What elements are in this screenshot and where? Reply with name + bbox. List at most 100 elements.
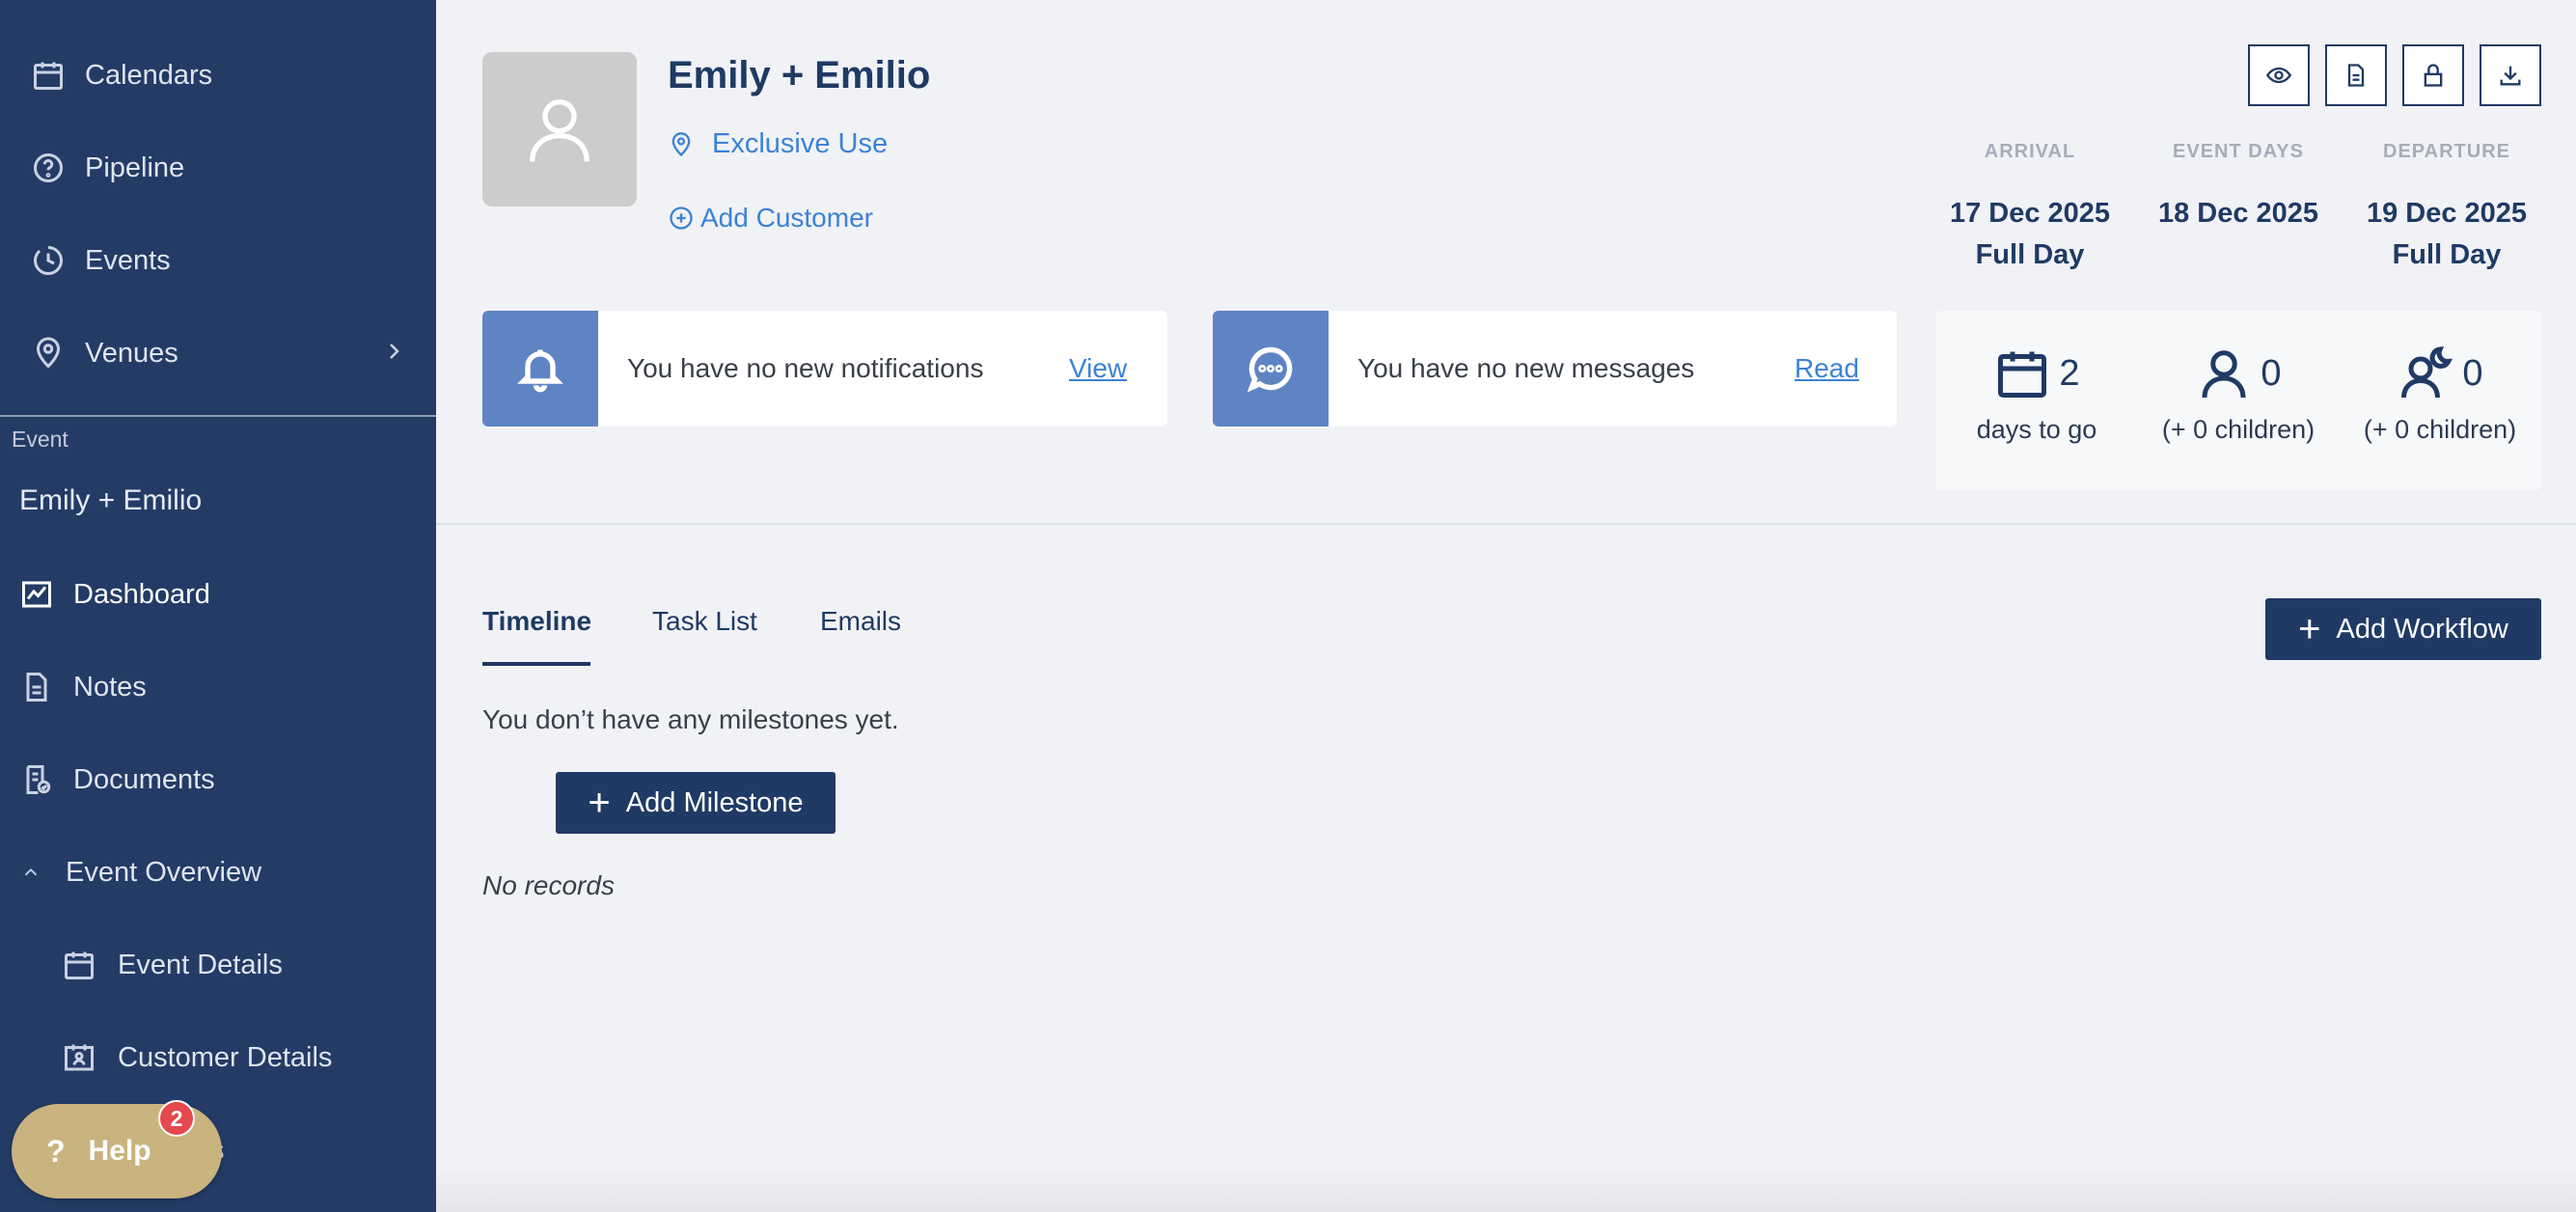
add-customer-link[interactable]: Add Customer [668,203,873,234]
help-label: Help [88,1135,151,1167]
user-icon [530,99,589,162]
sidebar-item-calendars[interactable]: Calendars [0,44,436,106]
sidebar-item-label: Customer Details [118,1041,333,1073]
days-to-go-stat: 2 days to go [1935,340,2138,445]
add-customer-label: Add Customer [700,203,873,233]
empty-milestones-message: You don’t have any milestones yet. [482,704,899,734]
sidebar-item-label: Venues [85,337,178,369]
add-workflow-button[interactable]: + Add Workflow [2265,598,2541,660]
arrival-sub: Full Day [1975,239,2085,270]
sidebar-divider [0,415,436,417]
plus-icon: + [588,782,611,824]
tab-timeline[interactable]: Timeline [482,606,591,637]
tab-emails[interactable]: Emails [820,606,901,637]
event-days-date: EVENT DAYS 18 Dec 2025 [2142,141,2335,239]
page-title: Emily + Emilio [668,54,931,96]
add-milestone-label: Add Milestone [625,786,804,818]
sidebar-item-label: Calendars [85,59,213,91]
departure-date: DEPARTURE 19 Dec 2025 Full Day [2350,141,2543,271]
departure-sub: Full Day [2392,239,2502,270]
chat-bubble-icon [1247,346,1293,393]
sidebar-item-notes[interactable]: Notes [0,656,436,718]
guests-stat: 0 (+ 0 children) [2137,340,2340,445]
calendar-icon [62,948,96,982]
sidebar-item-documents[interactable]: Documents [0,749,436,811]
document-check-icon [19,762,54,797]
overnight-guests-value: 0 [2462,352,2483,394]
help-badge: 2 [158,1100,195,1137]
chevron-up-icon [14,855,48,890]
calendar-icon [31,58,66,93]
guests-label: (+ 0 children) [2161,415,2316,444]
sidebar-item-label: Dashboard [73,578,210,610]
avatar [482,52,637,207]
arrival-header: ARRIVAL [1984,141,2076,162]
bottom-shade [436,1168,2576,1212]
notifications-text: You have no new notifications [627,353,984,383]
sidebar-item-label: Pipeline [85,152,185,183]
notifications-card: You have no new notifications View [482,311,1167,427]
sidebar-item-label: Notes [73,671,147,702]
sidebar: Calendars Pipeline Events Venues Event E… [0,0,436,1212]
arrival-date: ARRIVAL 17 Dec 2025 Full Day [1933,141,2126,271]
preview-button[interactable] [2248,44,2310,106]
section-divider [436,523,2576,525]
sidebar-item-label: Event Overview [66,856,262,888]
calendar-icon [1998,351,2047,398]
person-moon-icon [2401,346,2453,399]
sidebar-item-customer-details[interactable]: Customer Details [0,1027,436,1088]
sidebar-item-events[interactable]: Events [0,230,436,291]
plus-circle-icon [670,207,693,230]
sidebar-event-name: Emily + Emilio [19,484,203,516]
document-icon [19,670,54,704]
contact-card-icon [62,1040,96,1075]
lock-icon [2424,64,2443,87]
messages-card: You have no new messages Read [1213,311,1897,427]
messages-read-link[interactable]: Read [1795,353,1859,384]
question-circle-icon [31,151,66,185]
card-accent [482,311,598,427]
tab-task-list[interactable]: Task List [652,606,757,637]
clock-history-icon [31,243,66,278]
stats-panel: 2 days to go 0 (+ 0 children) 0 (+ 0 chi… [1935,311,2541,490]
tab-active-indicator [482,662,590,666]
guests-value: 0 [2261,352,2282,394]
person-icon [2202,350,2246,399]
map-pin-icon [671,131,691,156]
document-icon [2347,64,2365,87]
add-milestone-button[interactable]: + Add Milestone [556,772,836,834]
sidebar-item-dashboard[interactable]: Dashboard [0,564,436,625]
arrival-value: 17 Dec 2025 [1949,198,2111,229]
document-button[interactable] [2325,44,2387,106]
departure-value: 19 Dec 2025 [2366,198,2528,229]
card-accent [1213,311,1329,427]
chevron-right-icon [390,344,399,359]
sidebar-item-label: Events [85,244,171,276]
overnight-guests-label: (+ 0 children) [2363,415,2517,444]
no-records-text: No records [482,870,615,900]
event-days-header: EVENT DAYS [2173,141,2304,162]
chart-line-icon [19,577,54,612]
venue-label: Exclusive Use [712,128,889,159]
days-to-go-label: days to go [1976,415,2097,444]
sidebar-item-label: Documents [73,763,215,795]
sidebar-item-event-overview[interactable]: Event Overview [0,841,436,903]
departure-header: DEPARTURE [2383,141,2510,162]
venue-link[interactable]: Exclusive Use [668,128,888,160]
lock-button[interactable] [2402,44,2464,106]
eye-icon [2265,67,2292,84]
notifications-view-link[interactable]: View [1069,353,1127,384]
download-button[interactable] [2480,44,2541,106]
plus-icon: + [2298,608,2321,650]
download-icon [2500,66,2521,86]
sidebar-item-label: Event Details [118,949,283,980]
days-to-go-value: 2 [2059,352,2080,394]
sidebar-item-venues[interactable]: Venues [0,322,436,384]
question-icon: ? [46,1133,66,1169]
sidebar-item-event-details[interactable]: Event Details [0,934,436,996]
sidebar-item-pipeline[interactable]: Pipeline [0,137,436,199]
map-pin-icon [31,336,66,371]
add-workflow-label: Add Workflow [2336,613,2508,645]
section-label: Event [12,427,69,452]
event-days-value: 18 Dec 2025 [2157,198,2319,229]
